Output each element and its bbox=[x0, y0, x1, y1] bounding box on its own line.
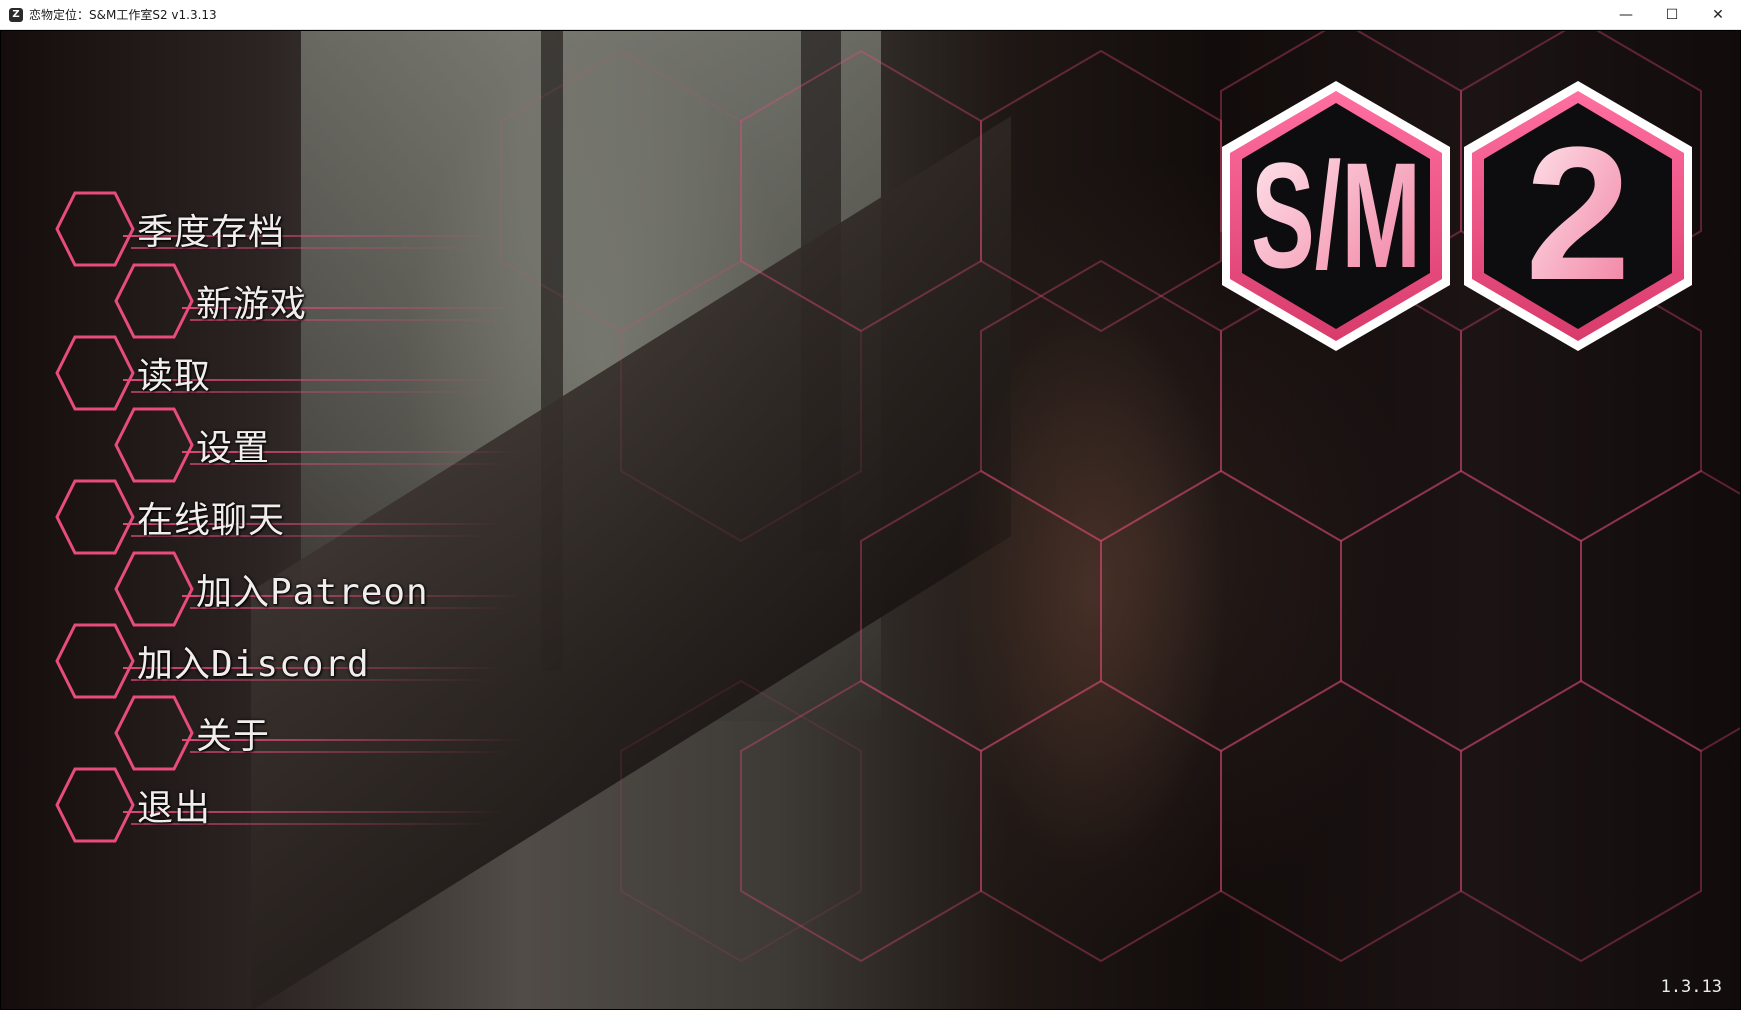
menu-item-settings[interactable]: 设置 bbox=[114, 405, 534, 485]
game-logo: S/M 2 bbox=[1222, 81, 1692, 351]
hexagon-icon bbox=[114, 263, 194, 339]
hexagon-icon bbox=[55, 767, 135, 843]
menu-item-label: 加入Patreon bbox=[196, 572, 429, 613]
version-label: 1.3.13 bbox=[1660, 977, 1722, 997]
hexagon-icon bbox=[114, 551, 194, 627]
menu-item-load[interactable]: 读取 bbox=[55, 333, 515, 413]
menu-item-label: 在线聊天 bbox=[137, 500, 286, 541]
menu-item-about[interactable]: 关于 bbox=[114, 693, 534, 773]
minimize-button[interactable]: — bbox=[1603, 0, 1649, 30]
hexagon-icon bbox=[55, 335, 135, 411]
close-button[interactable]: ✕ bbox=[1695, 0, 1741, 30]
menu-item-new-game[interactable]: 新游戏 bbox=[114, 261, 534, 341]
menu-item-quit[interactable]: 退出 bbox=[55, 765, 515, 845]
window-controls: — ☐ ✕ bbox=[1603, 0, 1741, 30]
app-icon: Z bbox=[9, 7, 23, 22]
window-titlebar: Z 恋物定位：S&M工作室S2 v1.3.13 — ☐ ✕ bbox=[0, 0, 1741, 30]
logo-hex-left: S/M bbox=[1222, 81, 1450, 351]
hexagon-icon bbox=[55, 623, 135, 699]
maximize-button[interactable]: ☐ bbox=[1649, 0, 1695, 30]
hexagon-icon bbox=[114, 695, 194, 771]
main-menu-screen: S/M 2 季度存档 新游戏 读取 设置 在线聊天 加入Patreon 加入Di… bbox=[1, 31, 1740, 1009]
menu-item-label: 加入Discord bbox=[137, 644, 370, 685]
logo-left-mark: S/M bbox=[1251, 131, 1421, 299]
menu-item-label: 退出 bbox=[137, 788, 212, 829]
menu-item-label: 关于 bbox=[196, 716, 271, 757]
logo-right-mark: 2 bbox=[1525, 108, 1631, 320]
menu-item-label: 新游戏 bbox=[196, 284, 308, 325]
menu-item-label: 读取 bbox=[137, 356, 212, 397]
hexagon-icon bbox=[114, 407, 194, 483]
menu-item-label: 设置 bbox=[196, 428, 271, 469]
menu-item-join-patreon[interactable]: 加入Patreon bbox=[114, 549, 534, 629]
hexagon-icon bbox=[55, 479, 135, 555]
menu-item-seasonal-saves[interactable]: 季度存档 bbox=[55, 189, 515, 269]
menu-item-online-chat[interactable]: 在线聊天 bbox=[55, 477, 515, 557]
hexagon-icon bbox=[55, 191, 135, 267]
menu-item-join-discord[interactable]: 加入Discord bbox=[55, 621, 515, 701]
logo-hex-right: 2 bbox=[1464, 81, 1692, 351]
window-title: 恋物定位：S&M工作室S2 v1.3.13 bbox=[29, 8, 217, 22]
menu-item-label: 季度存档 bbox=[137, 212, 286, 253]
